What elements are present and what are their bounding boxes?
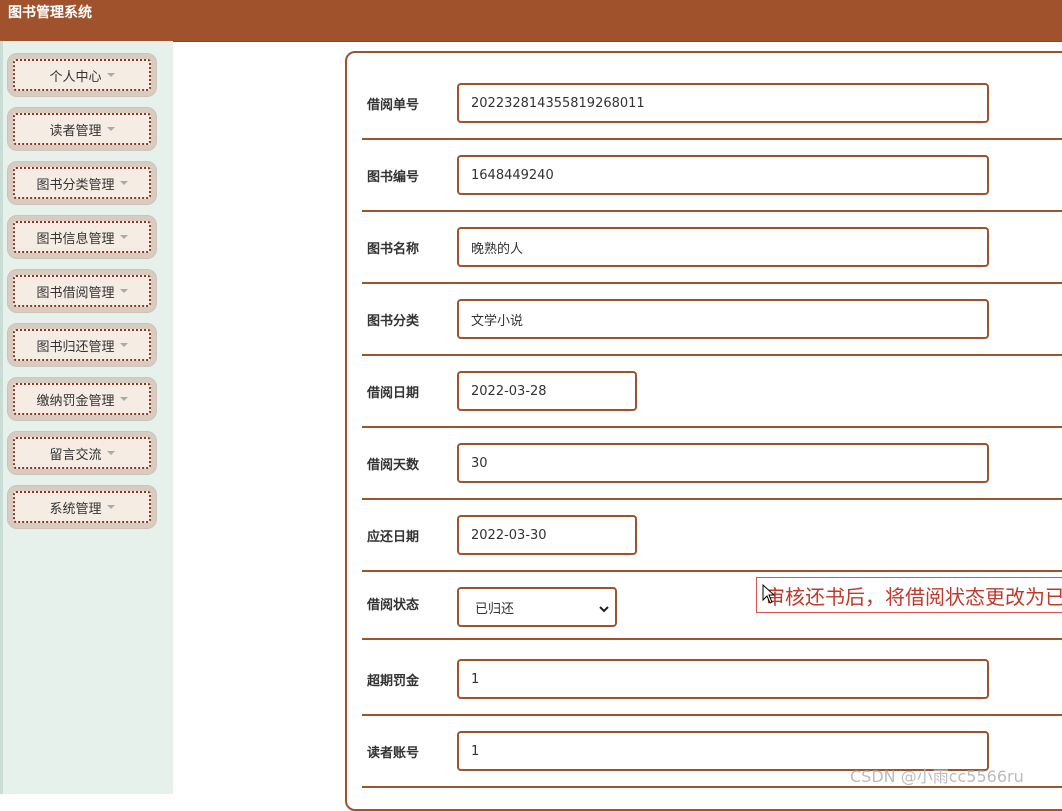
caret-down-icon: [106, 73, 115, 77]
watermark: CSDN @小雨cc5566ru: [850, 767, 1024, 786]
borrow-date-input[interactable]: [457, 371, 637, 411]
sidebar-item-label: 读者管理: [49, 123, 102, 139]
field-label: 借阅日期: [367, 385, 420, 401]
due-date-input[interactable]: [457, 515, 637, 555]
sidebar-item-book-info-management[interactable]: 图书信息管理: [7, 215, 157, 259]
caret-down-icon: [119, 235, 128, 239]
form-row-borrow-days: 借阅天数: [362, 428, 1062, 500]
sidebar-item-reader-management[interactable]: 读者管理: [7, 107, 157, 151]
sidebar-item-label: 个人中心: [49, 69, 102, 85]
form-row-borrow-date: 借阅日期: [362, 356, 1062, 428]
sidebar-item-label: 图书借阅管理: [36, 285, 115, 301]
caret-down-icon: [106, 505, 115, 509]
sidebar: 个人中心 读者管理 图书分类管理 图书信息管理 图书借阅管理 图书归还管理 缴纳…: [3, 41, 173, 794]
field-label: 借阅单号: [367, 97, 420, 113]
overdue-fine-input[interactable]: [457, 659, 989, 699]
caret-down-icon: [119, 397, 128, 401]
sidebar-item-message-exchange[interactable]: 留言交流: [7, 431, 157, 475]
field-label: 借阅天数: [367, 457, 420, 473]
form-row-book-category: 图书分类: [362, 284, 1062, 356]
caret-down-icon: [106, 127, 115, 131]
annotation-callout: 审核还书后，将借阅状态更改为已: [756, 577, 1062, 613]
sidebar-item-fine-payment-management[interactable]: 缴纳罚金管理: [7, 377, 157, 421]
sidebar-item-label: 图书分类管理: [36, 177, 115, 193]
caret-down-icon: [119, 289, 128, 293]
sidebar-item-label: 留言交流: [49, 447, 102, 463]
sidebar-item-label: 图书归还管理: [36, 339, 115, 355]
borrow-days-input[interactable]: [457, 443, 989, 483]
sidebar-item-book-return-management[interactable]: 图书归还管理: [7, 323, 157, 367]
sidebar-item-label: 图书信息管理: [36, 231, 115, 247]
caret-down-icon: [119, 181, 128, 185]
field-label: 图书分类: [367, 313, 420, 329]
borrow-status-select[interactable]: 已归还: [457, 587, 617, 627]
chevron-down-icon: [599, 602, 609, 616]
mouse-pointer-icon: [762, 584, 776, 604]
app-title: 图书管理系统: [8, 5, 92, 21]
field-label: 超期罚金: [367, 673, 420, 689]
sidebar-item-label: 系统管理: [49, 501, 102, 517]
form-row-due-date: 应还日期: [362, 500, 1062, 572]
book-no-input[interactable]: [457, 155, 989, 195]
book-category-input[interactable]: [457, 299, 989, 339]
sidebar-item-system-management[interactable]: 系统管理: [7, 485, 157, 529]
form-row-book-no: 图书编号: [362, 140, 1062, 212]
field-label: 图书名称: [367, 241, 420, 257]
annotation-text: 审核还书后，将借阅状态更改为已: [765, 584, 1062, 609]
form-row-overdue-fine: 超期罚金: [362, 644, 1062, 716]
borrow-no-input[interactable]: [457, 83, 989, 123]
field-label: 读者账号: [367, 745, 420, 761]
book-name-input[interactable]: [457, 227, 989, 267]
top-header: 图书管理系统: [0, 0, 1062, 42]
caret-down-icon: [119, 343, 128, 347]
sidebar-item-book-borrow-management[interactable]: 图书借阅管理: [7, 269, 157, 313]
field-label: 借阅状态: [367, 597, 420, 613]
sidebar-item-label: 缴纳罚金管理: [36, 393, 115, 409]
borrow-status-value: 已归还: [475, 601, 515, 617]
form-row-borrow-no: 借阅单号: [362, 68, 1062, 140]
caret-down-icon: [106, 451, 115, 455]
sidebar-item-personal-center[interactable]: 个人中心: [7, 53, 157, 97]
field-label: 应还日期: [367, 529, 420, 545]
form-row-book-name: 图书名称: [362, 212, 1062, 284]
field-label: 图书编号: [367, 169, 420, 185]
sidebar-item-book-category-management[interactable]: 图书分类管理: [7, 161, 157, 205]
